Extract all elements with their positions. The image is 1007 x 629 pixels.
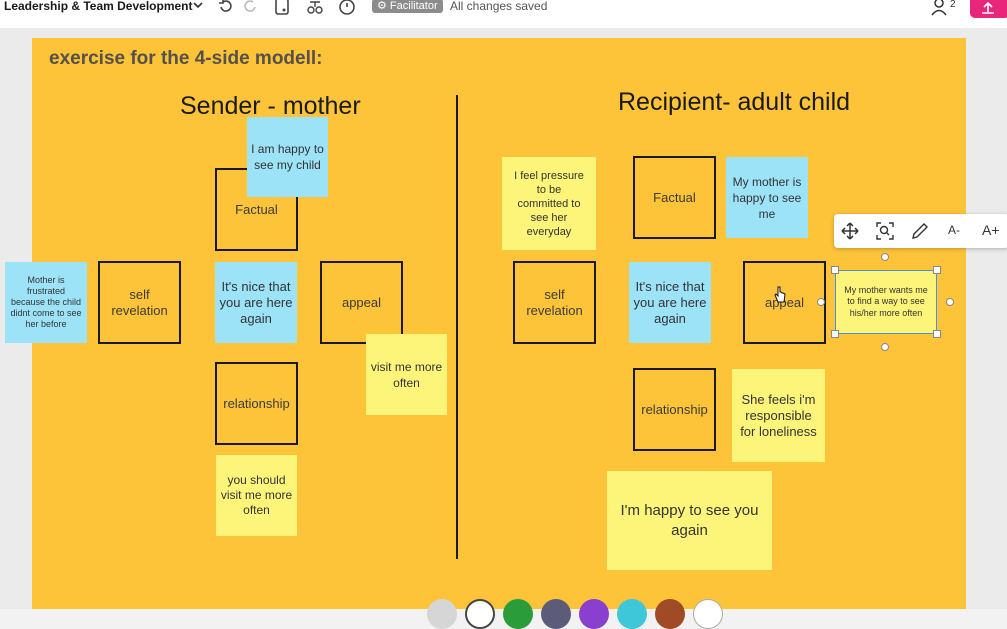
recipient-factual-box[interactable]: Factual [633,156,716,239]
sticky-note[interactable]: I feel pressure to be committed to see h… [502,157,596,250]
selection-outline [835,270,937,334]
resize-handle[interactable] [933,330,941,338]
share-button[interactable] [970,0,1007,18]
sticky-note[interactable]: It's nice that you are here again [215,262,297,343]
tool-button[interactable] [465,599,495,629]
save-status: All changes saved [450,0,548,13]
tool-button[interactable] [655,599,685,629]
connector-handle[interactable] [881,253,889,261]
user-count: 2 [950,0,956,10]
sticky-note[interactable]: you should visit me more often [216,455,297,536]
sticky-note[interactable]: visit me more often [366,334,447,415]
chevron-down-icon[interactable] [192,0,204,11]
recipient-relationship-box[interactable]: relationship [633,368,716,451]
decrease-font-icon[interactable]: A- [948,223,968,243]
redo-icon[interactable] [242,0,260,16]
tool-button[interactable] [617,599,647,629]
pen-icon[interactable] [910,221,930,241]
collaborators-indicator[interactable]: 2 [930,0,960,16]
tool-button[interactable] [427,599,457,629]
increase-font-icon[interactable]: A+ [982,222,1002,242]
sticky-note[interactable]: My mother is happy to see me [726,157,808,238]
recipient-self-revelation-box[interactable]: self revelation [513,261,596,344]
page-icon[interactable] [273,0,291,16]
timer-icon[interactable] [338,0,356,16]
connector-handle[interactable] [817,298,825,306]
connector-handle[interactable] [946,298,954,306]
tool-button[interactable] [503,599,533,629]
upload-icon [982,1,994,14]
top-toolbar: Leadership & Team Development ⚙ Facilita… [0,0,1007,28]
resize-handle[interactable] [933,266,941,274]
tool-button[interactable] [693,599,723,629]
facilitator-label: Facilitator [389,0,438,12]
board-title[interactable]: Leadership & Team Development [4,0,193,13]
sticky-note[interactable]: I am happy to see my child [247,117,328,197]
sender-relationship-box[interactable]: relationship [215,362,298,445]
tool-button[interactable] [579,599,609,629]
gear-icon: ⚙ [377,0,390,12]
sticky-note[interactable]: She feels i'm responsible for loneliness [732,369,825,462]
tool-button[interactable] [541,599,571,629]
divider-line[interactable] [456,95,458,559]
zoom-to-fit-icon[interactable] [875,221,895,241]
connector-handle[interactable] [881,343,889,351]
context-toolbar: A- A+ [834,214,1007,248]
share-network-icon[interactable] [306,0,324,16]
recipient-heading[interactable]: Recipient- adult child [618,88,850,117]
user-icon [931,0,947,16]
undo-icon[interactable] [216,0,234,16]
frame-title: exercise for the 4-side modell: [49,48,323,69]
resize-handle[interactable] [831,266,839,274]
facilitator-badge[interactable]: ⚙ Facilitator [372,0,443,13]
resize-handle[interactable] [831,330,839,338]
hand-cursor-icon [774,286,786,303]
sender-self-revelation-box[interactable]: self revelation [98,261,181,344]
move-icon[interactable] [840,221,860,241]
sticky-note[interactable]: Mother is frustrated because the child d… [5,262,87,343]
sticky-note[interactable]: I'm happy to see you again [607,471,772,570]
sticky-note[interactable]: It's nice that you are here again [629,262,711,343]
sender-appeal-box[interactable]: appeal [320,261,403,344]
